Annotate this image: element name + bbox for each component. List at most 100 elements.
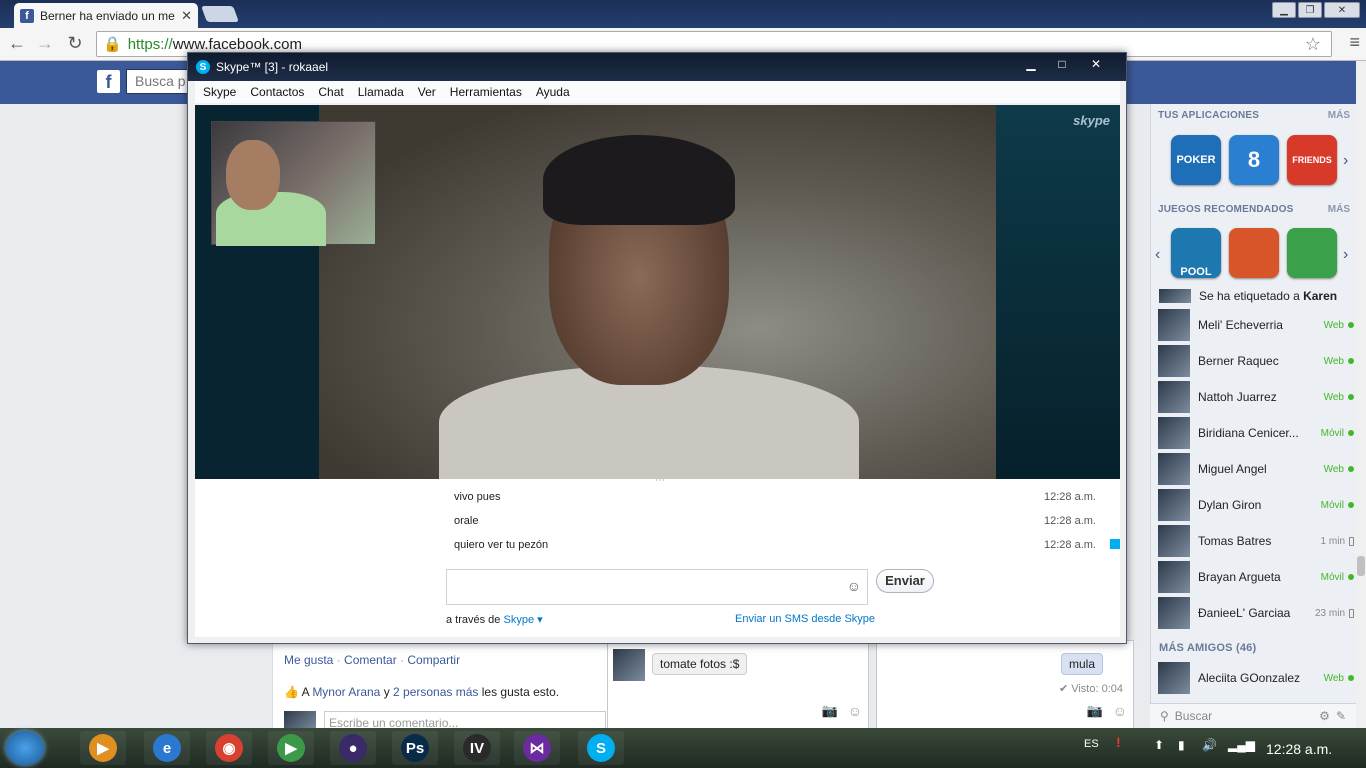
skype-menu-llamada[interactable]: Llamada — [358, 85, 404, 99]
gear-icon[interactable]: ⚙ — [1319, 709, 1330, 723]
facebook-logo[interactable]: f — [97, 70, 120, 93]
self-video-preview[interactable] — [211, 121, 376, 246]
friend-status-text: 1 min — [1320, 535, 1345, 547]
friend-item[interactable]: Meli' Echeverria Web — [1158, 308, 1354, 342]
restore-button[interactable]: ❐ — [1298, 2, 1322, 18]
friend-item[interactable]: Aleciita GOonzalez Web — [1158, 661, 1354, 695]
camera-icon[interactable]: 📷 — [822, 703, 838, 719]
bookmark-star-icon[interactable]: ☆ — [1305, 34, 1321, 55]
friend-item[interactable]: Brayan Argueta Móvil — [1158, 560, 1354, 594]
upload-icon[interactable]: ⬆ — [1154, 738, 1164, 752]
action-separator: · — [396, 653, 408, 667]
friend-item[interactable]: Miguel Angel Web — [1158, 452, 1354, 486]
brands-game-icon[interactable] — [1287, 228, 1337, 278]
friend-item[interactable]: Dylan Giron Móvil — [1158, 488, 1354, 522]
share-link[interactable]: Compartir — [407, 653, 460, 667]
apps-more-link[interactable]: MÁS — [1328, 110, 1350, 121]
compose-icon[interactable]: ✎ — [1336, 709, 1346, 723]
games-more-link[interactable]: MÁS — [1328, 204, 1350, 215]
skype-menu-contactos[interactable]: Contactos — [250, 85, 304, 99]
send-sms-link[interactable]: Enviar un SMS desde Skype — [735, 613, 875, 625]
skype-menu-chat[interactable]: Chat — [318, 85, 343, 99]
skype-menu-skype[interactable]: Skype — [203, 85, 236, 99]
eight-ball-app-icon[interactable]: 8 — [1229, 135, 1279, 185]
likers-others-link[interactable]: 2 personas más — [393, 685, 478, 699]
chat-search-input[interactable]: Buscar — [1175, 709, 1313, 723]
friend-item[interactable]: Berner Raquec Web — [1158, 344, 1354, 378]
via-skype-dropdown[interactable]: Skype — [503, 614, 534, 626]
skype-taskbar-icon[interactable]: S — [578, 731, 624, 765]
new-tab-button[interactable] — [201, 6, 239, 22]
games-prev-arrow-icon[interactable]: ‹ — [1155, 246, 1160, 264]
visual-studio-icon[interactable]: ⋈ — [514, 731, 560, 765]
via-label: a través de Skype ▾ — [446, 613, 543, 626]
emoji-icon[interactable]: ☺ — [1113, 703, 1127, 719]
skype-maximize-button[interactable]: □ — [1052, 57, 1072, 71]
reload-icon[interactable]: ↻ — [64, 33, 86, 54]
racing-game-icon[interactable] — [1229, 228, 1279, 278]
close-window-button[interactable]: ✕ — [1324, 2, 1360, 18]
games-next-arrow-icon[interactable]: › — [1343, 246, 1348, 264]
chevron-down-icon[interactable]: ▾ — [534, 614, 543, 626]
liker-link[interactable]: Mynor Arana — [312, 685, 380, 699]
apps-next-arrow-icon[interactable]: › — [1343, 152, 1348, 170]
battery-icon[interactable]: ▮ — [1178, 738, 1185, 752]
skype-menu-herramientas[interactable]: Herramientas — [450, 85, 522, 99]
eclipse-icon[interactable]: ● — [330, 731, 376, 765]
more-friends-title: MÁS AMIGOS (46) — [1159, 642, 1257, 654]
pool-game-icon[interactable]: POOL — [1171, 228, 1221, 278]
language-indicator[interactable]: ES — [1084, 738, 1099, 750]
volume-icon[interactable]: 🔊 — [1202, 738, 1217, 752]
chat-message: quiero ver tu pezón 12:28 a.m. — [454, 539, 1114, 551]
emoji-icon[interactable]: ☺ — [847, 578, 861, 594]
send-button[interactable]: Enviar — [876, 569, 934, 593]
back-arrow-icon[interactable]: ← — [6, 33, 28, 54]
apps-section-title: TUS APLICACIONES — [1158, 110, 1260, 121]
seen-indicator: ✔ Visto: 0:04 — [1058, 683, 1123, 695]
network-signal-icon[interactable]: ▂▄▆ — [1228, 738, 1255, 752]
avatar — [1158, 662, 1190, 694]
tab-close-icon[interactable]: ✕ — [181, 8, 192, 24]
browser-tab[interactable]: f Berner ha enviado un mer ✕ — [14, 3, 198, 28]
friend-item[interactable]: Nattoh Juarrez Web — [1158, 380, 1354, 414]
self-video-face — [226, 140, 280, 210]
online-dot-icon — [1348, 394, 1354, 400]
forward-arrow-icon[interactable]: → — [34, 33, 56, 54]
media-center-icon[interactable]: ▶ — [268, 731, 314, 765]
skype-close-button[interactable]: ✕ — [1086, 57, 1106, 71]
tag-notice[interactable]: Se ha etiquetado a Karen — [1159, 288, 1355, 304]
angry-birds-app-icon[interactable]: FRIENDS — [1287, 135, 1337, 185]
iv-icon[interactable]: IV — [454, 731, 500, 765]
resize-handle-icon[interactable]: ⋯ — [655, 475, 665, 486]
friend-item[interactable]: ĐanieeL' Garciaa 23 min — [1158, 596, 1354, 630]
skype-minimize-button[interactable]: ▁ — [1021, 57, 1041, 71]
tag-notice-text: Se ha etiquetado a Karen — [1199, 289, 1337, 303]
chrome-menu-icon[interactable]: ≡ — [1349, 32, 1360, 53]
action-center-alert-icon[interactable]: ! — [1116, 734, 1121, 750]
media-player-icon[interactable]: ▶ — [80, 731, 126, 765]
camera-icon[interactable]: 📷 — [1087, 703, 1103, 719]
internet-explorer-glyph: e — [153, 734, 181, 762]
internet-explorer-icon[interactable]: e — [144, 731, 190, 765]
skype-message-input[interactable]: ☺ — [446, 569, 868, 605]
emoji-icon[interactable]: ☺ — [848, 703, 862, 719]
friend-item[interactable]: Tomas Batres 1 min — [1158, 524, 1354, 558]
friend-name: Brayan Argueta — [1198, 570, 1281, 584]
like-link[interactable]: Me gusta — [284, 653, 333, 667]
poker-app-icon[interactable]: POKER — [1171, 135, 1221, 185]
comment-link[interactable]: Comentar — [344, 653, 397, 667]
chat-window-berner: tomate fotos :$ ☺ 📷 — [607, 640, 869, 730]
minimize-button[interactable]: ▁ — [1272, 2, 1296, 18]
friend-item[interactable]: Biridiana Cenicer... Móvil — [1158, 416, 1354, 450]
friend-status: Web — [1324, 356, 1354, 367]
skype-watermark: skype — [1073, 113, 1110, 128]
skype-menu-ver[interactable]: Ver — [418, 85, 436, 99]
start-button[interactable] — [6, 731, 44, 765]
skype-menu-ayuda[interactable]: Ayuda — [536, 85, 570, 99]
tag-notice-prefix: Se ha etiquetado a — [1199, 289, 1304, 303]
scrollbar-thumb[interactable] — [1357, 556, 1365, 576]
chrome-icon[interactable]: ◉ — [206, 731, 252, 765]
photoshop-icon[interactable]: Ps — [392, 731, 438, 765]
page-scrollbar[interactable] — [1356, 61, 1366, 728]
taskbar-clock[interactable]: 12:28 a.m. — [1266, 741, 1332, 757]
